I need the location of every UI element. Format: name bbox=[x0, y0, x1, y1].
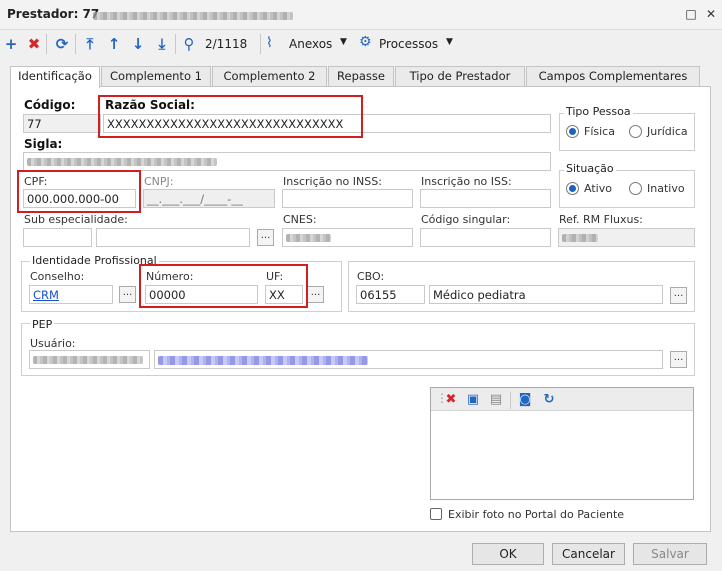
foto-portal-label[interactable]: Exibir foto no Portal do Paciente bbox=[448, 508, 624, 521]
add-icon[interactable]: + bbox=[2, 35, 20, 53]
ativo-label[interactable]: Ativo bbox=[584, 182, 612, 195]
conselho-label: Conselho: bbox=[30, 270, 85, 283]
cbo-lookup-button[interactable]: ... bbox=[670, 287, 687, 304]
iss-field[interactable] bbox=[420, 189, 551, 208]
razao-social-highlight bbox=[98, 95, 363, 138]
tab-complemento-1[interactable]: Complemento 1 bbox=[101, 66, 211, 87]
save-image-icon[interactable]: ▤ bbox=[488, 392, 504, 408]
redacted-ref-rm bbox=[562, 234, 598, 242]
cpf-highlight bbox=[17, 170, 141, 213]
photo-toolbar-separator bbox=[510, 392, 511, 409]
chevron-down-icon[interactable]: ▼ bbox=[340, 37, 347, 47]
iss-label: Inscrição no ISS: bbox=[421, 175, 512, 188]
foto-portal-checkbox[interactable] bbox=[430, 508, 442, 520]
usuario-code-field[interactable] bbox=[29, 350, 150, 369]
inativo-label[interactable]: Inativo bbox=[647, 182, 685, 195]
usuario-lookup-button[interactable]: ... bbox=[670, 351, 687, 368]
window-title: Prestador: 77 bbox=[7, 7, 100, 21]
cbo-code-field[interactable]: 06155 bbox=[356, 285, 425, 304]
usuario-name-field[interactable] bbox=[154, 350, 663, 369]
inss-field[interactable] bbox=[282, 189, 413, 208]
save-button[interactable]: Salvar bbox=[633, 543, 707, 565]
toolbar-separator bbox=[46, 34, 47, 54]
tab-complemento-2[interactable]: Complemento 2 bbox=[212, 66, 327, 87]
sub-especialidade-desc-field[interactable] bbox=[96, 228, 250, 247]
cbo-label: CBO: bbox=[357, 270, 385, 283]
tab-tipo-de-prestador[interactable]: Tipo de Prestador bbox=[395, 66, 525, 87]
rotate-icon[interactable]: ↻ bbox=[541, 392, 557, 408]
toolbar-separator bbox=[175, 34, 176, 54]
sub-especialidade-code-field[interactable] bbox=[23, 228, 92, 247]
ref-rm-fluxus-field bbox=[558, 228, 695, 247]
codigo-field[interactable]: 77 bbox=[23, 114, 101, 133]
tab-identificacao[interactable]: Identificação bbox=[10, 66, 100, 88]
tab-repasse[interactable]: Repasse bbox=[328, 66, 394, 87]
sub-especialidade-label: Sub especialidade: bbox=[24, 213, 128, 226]
record-counter: 2/1118 bbox=[205, 37, 248, 51]
toolbar-separator bbox=[75, 34, 76, 54]
search-icon[interactable]: ⚲ bbox=[180, 35, 198, 53]
juridica-label[interactable]: Jurídica bbox=[647, 125, 688, 138]
processos-menu[interactable]: Processos bbox=[379, 37, 438, 51]
anexos-menu[interactable]: Anexos bbox=[289, 37, 332, 51]
fisica-label[interactable]: Física bbox=[584, 125, 615, 138]
redacted-usuario-code bbox=[33, 356, 143, 364]
conselho-field[interactable]: CRM bbox=[29, 285, 113, 304]
cnes-field[interactable] bbox=[282, 228, 413, 247]
cancel-button[interactable]: Cancelar bbox=[552, 543, 625, 565]
next-record-icon[interactable]: ↓ bbox=[129, 35, 147, 53]
redacted-title-text bbox=[93, 12, 293, 20]
ok-button[interactable]: OK bbox=[472, 543, 544, 565]
inss-label: Inscrição no INSS: bbox=[283, 175, 382, 188]
tipo-pessoa-title: Tipo Pessoa bbox=[564, 105, 633, 118]
juridica-radio[interactable] bbox=[629, 125, 642, 138]
sigla-field[interactable] bbox=[23, 152, 551, 171]
ativo-radio[interactable] bbox=[566, 182, 579, 195]
cnes-label: CNES: bbox=[283, 213, 317, 226]
redacted-usuario-name bbox=[158, 356, 368, 365]
conselho-lookup-button[interactable]: ... bbox=[119, 286, 136, 303]
usuario-label: Usuário: bbox=[30, 337, 76, 350]
last-record-icon[interactable]: ⤓ bbox=[153, 35, 171, 53]
cnpj-field: __.___.___/____-__ bbox=[143, 189, 275, 208]
pep-title: PEP bbox=[30, 318, 55, 331]
uf-lookup-button[interactable]: ... bbox=[307, 286, 324, 303]
cnpj-label: CNPJ: bbox=[144, 175, 174, 188]
codigo-label: Código: bbox=[24, 98, 76, 112]
close-icon[interactable]: ✕ bbox=[704, 7, 718, 21]
ref-rm-fluxus-label: Ref. RM Fluxus: bbox=[559, 213, 643, 226]
redacted-sigla bbox=[27, 158, 217, 166]
chevron-down-icon[interactable]: ▼ bbox=[446, 37, 453, 47]
load-image-icon[interactable]: ▣ bbox=[465, 392, 481, 408]
codigo-singular-label: Código singular: bbox=[421, 213, 511, 226]
previous-record-icon[interactable]: ↑ bbox=[105, 35, 123, 53]
delete-icon[interactable]: ✖ bbox=[25, 35, 43, 53]
sub-especialidade-lookup-button[interactable]: ... bbox=[257, 229, 274, 246]
camera-icon[interactable]: ◙ bbox=[517, 392, 533, 408]
fisica-radio[interactable] bbox=[566, 125, 579, 138]
paperclip-icon[interactable]: ⌇ bbox=[266, 35, 273, 51]
gear-icon[interactable]: ⚙ bbox=[359, 34, 372, 50]
first-record-icon[interactable]: ⤒ bbox=[81, 35, 99, 53]
cbo-description-field[interactable]: Médico pediatra bbox=[429, 285, 663, 304]
inativo-radio[interactable] bbox=[629, 182, 642, 195]
sigla-label: Sigla: bbox=[24, 137, 63, 151]
situacao-title: Situação bbox=[564, 162, 616, 175]
codigo-singular-field[interactable] bbox=[420, 228, 551, 247]
numero-uf-highlight bbox=[139, 264, 308, 308]
maximize-icon[interactable]: □ bbox=[684, 7, 698, 21]
conselho-link[interactable]: CRM bbox=[33, 288, 59, 302]
redacted-cnes bbox=[286, 234, 331, 242]
remove-photo-icon[interactable]: ✖ bbox=[443, 392, 459, 408]
tab-campos-complementares[interactable]: Campos Complementares bbox=[526, 66, 700, 87]
refresh-icon[interactable]: ⟳ bbox=[53, 35, 71, 53]
toolbar-separator bbox=[260, 34, 261, 54]
